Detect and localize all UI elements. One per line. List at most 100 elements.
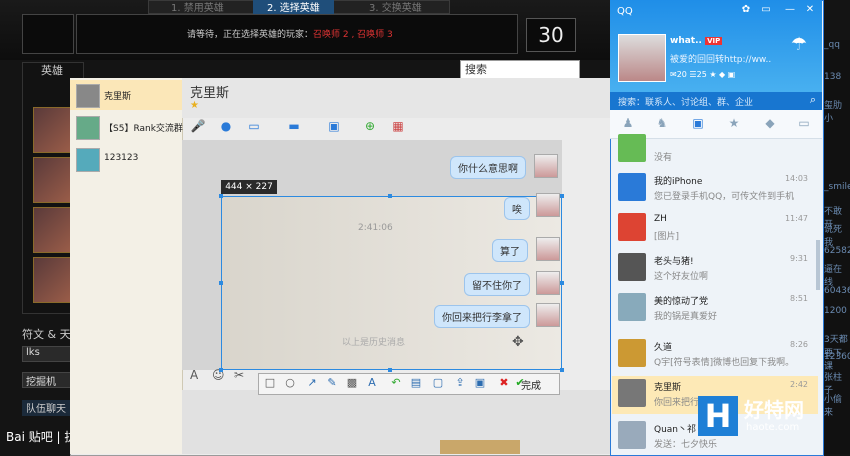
- screen-share-icon[interactable]: ▭: [246, 118, 262, 134]
- undo-icon[interactable]: ↶: [389, 376, 403, 390]
- conversation-item[interactable]: 美的惊动了党 我的锅是真爱好 8:51: [612, 290, 818, 328]
- conversation-name: 久道: [654, 343, 673, 353]
- ellipse-tool-icon[interactable]: ○: [283, 376, 297, 390]
- resize-handle[interactable]: [560, 281, 564, 285]
- pick-timer: 30: [526, 18, 576, 52]
- contact-item-rank-group[interactable]: 【S5】Rank交流群: [70, 112, 183, 142]
- send-button[interactable]: [440, 440, 520, 454]
- chat-title: 克里斯: [190, 86, 230, 101]
- avatar: [618, 421, 646, 449]
- search-placeholder: 搜索：联系人、讨论组、群、企业: [618, 98, 754, 108]
- phone-icon: [618, 173, 646, 201]
- haote-name: 好特网: [744, 398, 804, 422]
- close-icon[interactable]: ✕: [804, 4, 816, 16]
- rune-select[interactable]: lks: [22, 346, 75, 362]
- spell-select[interactable]: 挖掘机: [22, 372, 75, 388]
- haote-watermark: H 好特网 haote.com: [698, 394, 822, 440]
- app-icon[interactable]: ⊕: [362, 118, 378, 134]
- scrollbar[interactable]: [816, 240, 820, 290]
- avatar: [536, 303, 560, 327]
- conversation-item[interactable]: 我的iPhone 您已登录手机QQ，可传文件到手机 14:03: [612, 170, 818, 208]
- qq-search-bar[interactable]: 搜索：联系人、讨论组、群、企业 ⌕: [610, 92, 822, 110]
- resize-handle[interactable]: [388, 194, 392, 198]
- team-chat-tab[interactable]: 队伍聊天: [22, 400, 76, 416]
- text-tool-icon[interactable]: A: [365, 376, 379, 390]
- resize-handle[interactable]: [219, 281, 223, 285]
- scissors-icon[interactable]: ✂: [234, 368, 244, 382]
- conversation-name: ZH: [654, 214, 667, 224]
- vip-badge: VIP: [705, 37, 723, 45]
- arrow-tool-icon[interactable]: ↗: [305, 376, 319, 390]
- message-timestamp: 2:41:06: [358, 223, 393, 233]
- pick-status-text: 请等待，正在选择英雄的玩家：: [187, 30, 314, 40]
- copy-icon[interactable]: ▢: [431, 376, 445, 390]
- haote-url: haote.com: [746, 422, 800, 433]
- contact-name: 【S5】Rank交流群: [104, 124, 183, 134]
- qq-app-shortcuts: ✉20 ☰25 ★ ◆ ▣: [670, 70, 736, 79]
- conversation-preview: 我的锅是真爱好: [654, 312, 718, 322]
- game-chat-line: 小偷来: [824, 395, 843, 418]
- rectangle-tool-icon[interactable]: □: [263, 376, 277, 390]
- share-icon[interactable]: ⇪: [453, 376, 467, 390]
- mosaic-tool-icon[interactable]: ▩: [345, 376, 359, 390]
- pick-steps-bar: 1. 禁用英雄 2. 选择英雄 3. 交换英雄: [148, 0, 450, 14]
- message-bubble: 算了: [492, 239, 528, 262]
- conversation-name: 美的惊动了党: [654, 297, 709, 307]
- hero-panel-title: 英雄: [41, 64, 63, 77]
- game-chat-line: 说死我: [824, 225, 843, 248]
- resize-handle[interactable]: [219, 368, 223, 372]
- tab-favorites-icon[interactable]: ★: [724, 116, 744, 132]
- tab-mobile-icon[interactable]: ▭: [794, 116, 814, 132]
- left-info-box: [22, 14, 74, 54]
- conversation-preview: Q宇[符号表情]微博也回复下我啊。: [654, 358, 795, 368]
- signature[interactable]: 被爱的回回转http://ww..: [670, 52, 771, 65]
- tab-contacts-icon[interactable]: ♟: [618, 116, 638, 132]
- contact-item-123123[interactable]: 123123: [70, 144, 182, 174]
- message-bubble: 留不住你了: [464, 273, 530, 296]
- pick-players: 召唤师 2 , 召唤师 3: [313, 30, 393, 40]
- more-apps-icon[interactable]: ▦: [390, 118, 406, 134]
- weather-icon[interactable]: ☂: [786, 34, 812, 60]
- search-icon[interactable]: ⌕: [810, 93, 816, 107]
- font-icon[interactable]: A: [190, 368, 198, 382]
- pen-tool-icon[interactable]: ✎: [325, 376, 339, 390]
- chat-contact-list: 克里斯 【S5】Rank交流群 123123: [70, 78, 183, 454]
- chat-header: [182, 78, 610, 118]
- avatar: [618, 253, 646, 281]
- microphone-icon[interactable]: 🎤: [190, 118, 206, 134]
- step-ban: 1. 禁用英雄: [171, 3, 224, 14]
- conversation-item[interactable]: 老头与猪! 这个好友位啊 9:31: [612, 250, 818, 288]
- input-box[interactable]: [182, 390, 610, 454]
- remote-desktop-icon[interactable]: ▣: [326, 118, 342, 134]
- save-icon[interactable]: ▤: [409, 376, 423, 390]
- tab-groups-icon[interactable]: ♞: [652, 116, 672, 132]
- avatar: [618, 293, 646, 321]
- conversation-time: 2:42: [790, 380, 808, 389]
- resize-handle[interactable]: [219, 194, 223, 198]
- conversation-name: 我的iPhone: [654, 177, 703, 187]
- tab-messages-icon[interactable]: ▣: [688, 116, 708, 132]
- my-avatar[interactable]: [618, 34, 666, 82]
- video-call-icon[interactable]: ●: [218, 118, 234, 134]
- chat-search-field[interactable]: 搜索: [460, 60, 580, 80]
- file-transfer-icon[interactable]: ▬: [286, 118, 302, 134]
- minimize-icon[interactable]: —: [784, 4, 796, 16]
- resize-handle[interactable]: [388, 368, 392, 372]
- done-button[interactable]: 完成: [521, 377, 541, 392]
- game-chat-line: 玺肋小: [824, 101, 843, 124]
- cancel-icon[interactable]: ✖: [497, 376, 511, 390]
- skin-icon[interactable]: ✿: [740, 4, 752, 16]
- conversation-item[interactable]: 久道 Q宇[符号表情]微博也回复下我啊。 8:26: [612, 336, 818, 374]
- conversation-time: 9:31: [790, 254, 808, 263]
- contact-item-kelisi[interactable]: 克里斯: [70, 80, 182, 110]
- pin-icon[interactable]: ▣: [473, 376, 487, 390]
- tab-apps-icon[interactable]: ◆: [760, 116, 780, 132]
- conversation-name: 老头与猪!: [654, 257, 694, 267]
- step-pick: 2. 选择英雄: [253, 0, 334, 14]
- conversation-item[interactable]: ZH [图片] 11:47: [612, 210, 818, 248]
- resize-handle[interactable]: [560, 368, 564, 372]
- resize-handle[interactable]: [560, 194, 564, 198]
- settings-icon[interactable]: ▭: [760, 4, 772, 16]
- zone-count: 25: [696, 70, 707, 79]
- screenshot-selection[interactable]: 唉 2:41:06 算了 留不住你了 你回来把行李拿了 以上是历史消息: [219, 193, 564, 372]
